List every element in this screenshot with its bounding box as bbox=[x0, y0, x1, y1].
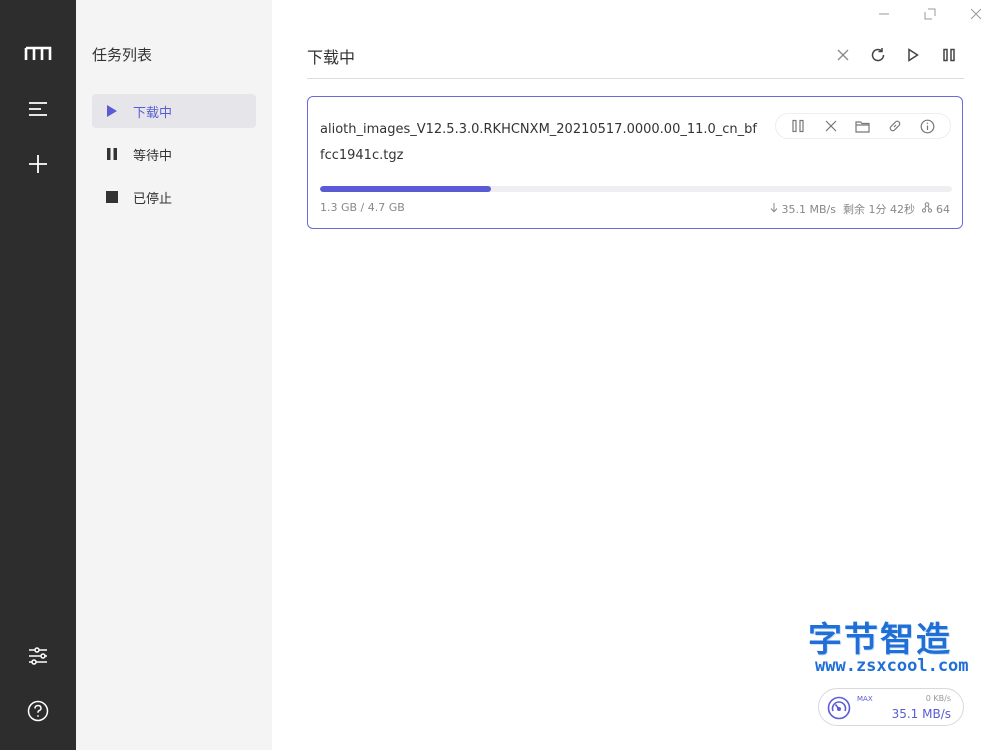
stop-icon bbox=[104, 189, 120, 205]
nav-item-waiting[interactable]: 等待中 bbox=[92, 137, 256, 171]
task-list-title: 任务列表 bbox=[92, 46, 153, 64]
task-actions bbox=[775, 113, 951, 139]
add-icon[interactable] bbox=[18, 144, 58, 184]
resume-all-button[interactable] bbox=[902, 44, 924, 66]
refresh-button[interactable] bbox=[867, 44, 889, 66]
speed-max-label: MAX bbox=[857, 695, 873, 703]
download-speed: 35.1 MB/s bbox=[891, 707, 951, 721]
delete-task-button[interactable] bbox=[820, 115, 842, 137]
play-icon bbox=[104, 103, 120, 119]
task-connections: 64 bbox=[936, 202, 950, 216]
nav-item-label: 已停止 bbox=[133, 191, 173, 207]
task-size: 1.3 GB / 4.7 GB bbox=[320, 201, 405, 214]
watermark-url: www.zsxcool.com bbox=[815, 656, 969, 676]
delete-all-button[interactable] bbox=[832, 44, 854, 66]
header-divider bbox=[307, 78, 964, 79]
pause-task-button[interactable] bbox=[787, 115, 809, 137]
task-remaining: 剩余 1分 42秒 bbox=[843, 203, 915, 216]
speedometer[interactable]: MAX 0 KB/s 35.1 MB/s bbox=[818, 688, 964, 726]
task-list-panel: 任务列表 下载中 等待中 已停止 bbox=[76, 0, 272, 750]
settings-icon[interactable] bbox=[18, 636, 58, 676]
link-icon[interactable] bbox=[884, 115, 906, 137]
task-stats: 35.1 MB/s 剩余 1分 42秒 64 bbox=[770, 201, 950, 217]
nav-item-label: 下载中 bbox=[133, 105, 173, 121]
pause-icon bbox=[104, 146, 120, 162]
upload-speed: 0 KB/s bbox=[925, 694, 951, 703]
connections-icon bbox=[921, 202, 933, 216]
nav-item-label: 等待中 bbox=[133, 148, 173, 164]
nav-item-stopped[interactable]: 已停止 bbox=[92, 180, 256, 214]
pause-all-button[interactable] bbox=[938, 44, 960, 66]
page-title: 下载中 bbox=[307, 48, 356, 67]
task-card[interactable]: alioth_images_V12.5.3.0.RKHCNXM_20210517… bbox=[307, 96, 963, 229]
watermark-text: 字节智造 bbox=[808, 620, 952, 660]
minimize-button[interactable] bbox=[874, 4, 894, 24]
close-window-button[interactable] bbox=[966, 4, 986, 24]
help-icon[interactable] bbox=[18, 691, 58, 731]
folder-icon[interactable] bbox=[852, 115, 874, 137]
info-icon[interactable] bbox=[917, 115, 939, 137]
logo-icon[interactable] bbox=[18, 33, 58, 73]
nav-item-downloading[interactable]: 下载中 bbox=[92, 94, 256, 128]
maximize-button[interactable] bbox=[920, 4, 940, 24]
menu-icon[interactable] bbox=[18, 89, 58, 129]
task-filename: alioth_images_V12.5.3.0.RKHCNXM_20210517… bbox=[320, 122, 757, 163]
speedometer-icon bbox=[827, 696, 851, 720]
arrow-down-icon bbox=[770, 202, 778, 216]
progress-fill bbox=[320, 186, 491, 192]
progress-bar bbox=[320, 186, 952, 192]
task-speed: 35.1 MB/s bbox=[781, 202, 836, 216]
app-rail bbox=[0, 0, 76, 750]
